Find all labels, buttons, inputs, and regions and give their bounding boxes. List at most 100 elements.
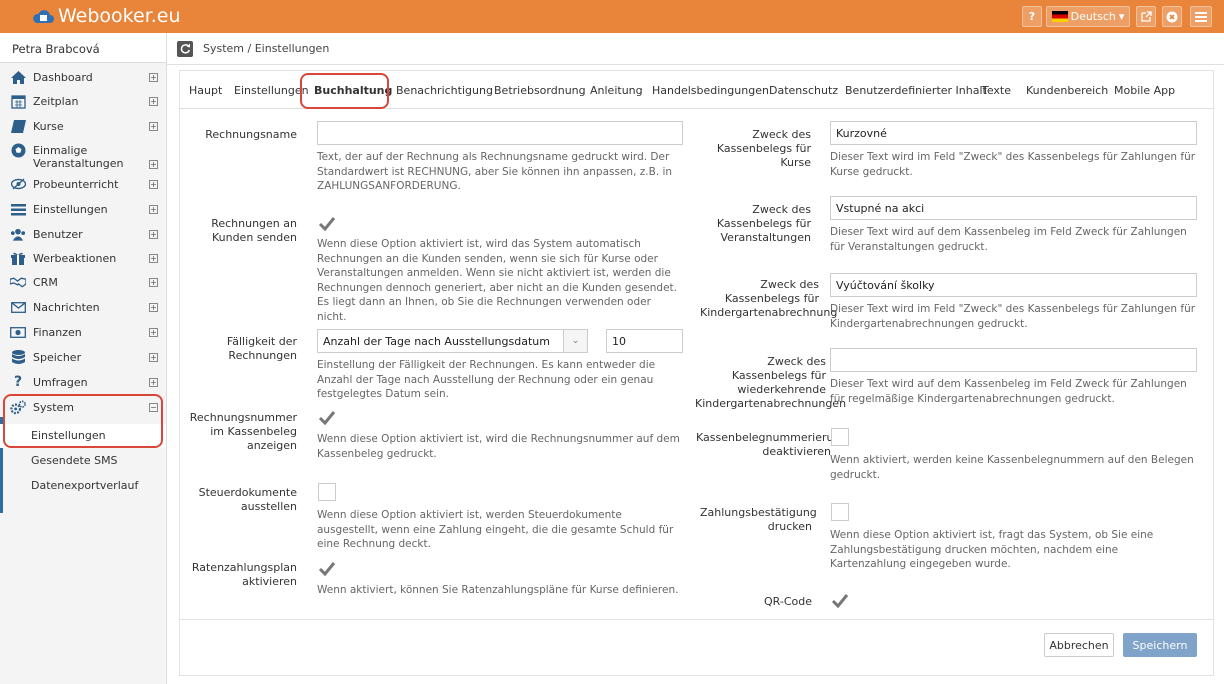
expand-icon[interactable]: + [149,277,158,287]
purpose-events-input[interactable] [830,196,1197,220]
refresh-button[interactable] [177,40,193,57]
disable-numbering-label: Kassenbelegnummerierung deaktivieren [696,431,848,458]
tab-mobile-app[interactable]: Mobile App [1114,84,1175,97]
expand-icon[interactable]: + [149,96,158,106]
expand-icon[interactable]: + [149,204,158,214]
expand-icon[interactable]: + [149,121,158,131]
sidebar-item-label: Probeunterricht [33,177,119,191]
tab-haupt[interactable]: Haupt [189,84,222,97]
due-date-select[interactable]: Anzahl der Tage nach Ausstellungsdatum ⌄ [317,329,588,353]
sidebar-item-finanzen[interactable]: Finanzen + [0,320,166,344]
expand-icon[interactable]: + [149,229,158,239]
tax-documents-checkbox[interactable] [318,483,336,501]
tax-documents-label: Steuerdokumente ausstellen [198,486,297,513]
sidebar-item-zeitplan[interactable]: Zeitplan + [0,89,166,113]
sidebar-item-benutzer[interactable]: Benutzer + [0,222,166,246]
save-button[interactable]: Speichern [1123,633,1197,657]
tab-benutzerdefinierter-inhalt[interactable]: Benutzerdefinierter Inhalt [845,84,987,97]
print-confirmation-checkbox[interactable] [831,503,849,521]
purpose-kindergarten-input[interactable] [830,273,1197,297]
purpose-courses-input[interactable] [830,121,1197,145]
tab-benachrichtigung[interactable]: Benachrichtigung [396,84,493,97]
checkmark-icon [831,594,849,609]
sidebar-subitem-datenexportverlauf[interactable]: Datenexportverlauf [0,474,166,498]
tab-texte[interactable]: Texte [982,84,1011,97]
cancel-button[interactable]: Abbrechen [1044,633,1114,657]
logo[interactable]: Webooker.eu [32,5,181,27]
sidebar-item-nachrichten[interactable]: Nachrichten + [0,295,166,319]
gift-icon [10,250,26,266]
qr-code-checkbox[interactable] [831,592,849,610]
sidebar-item-label: CRM [33,275,58,289]
expand-icon[interactable]: + [149,72,158,82]
installment-plan-checkbox[interactable] [318,560,336,578]
due-days-input[interactable] [606,329,683,353]
invoice-name-help: Text, der auf der Rechnung als Rechnungs… [317,151,673,192]
tab-datenschutz[interactable]: Datenschutz [769,84,838,97]
highlight-active-tab [300,73,389,109]
expand-icon[interactable]: + [149,160,158,169]
envelope-icon [10,299,26,315]
sidebar-item-label: Finanzen [33,325,82,339]
sidebar-item-label: Speicher [33,350,82,364]
tab-handelsbedingungen[interactable]: Handelsbedingungen [652,84,769,97]
show-invoice-number-help: Wenn diese Option aktiviert ist, wird di… [317,433,680,460]
sidebar-item-crm[interactable]: CRM + [0,270,166,294]
sidebar-item-umfragen[interactable]: ? Umfragen + [0,370,166,394]
help-icon: ? [1028,10,1036,23]
sidebar-subitem-gesendete-sms[interactable]: Gesendete SMS [0,449,166,473]
cloud-logo-icon [33,10,54,23]
sidebar-item-kurse[interactable]: Kurse + [0,114,166,138]
expand-icon[interactable]: + [149,302,158,312]
tab-anleitung[interactable]: Anleitung [590,84,643,97]
sidebar-item-werbeaktionen[interactable]: Werbeaktionen + [0,246,166,270]
due-date-help: Einstellung der Fälligkeit der Rechnunge… [317,359,656,400]
expand-icon[interactable]: + [149,377,158,387]
breadcrumb-bar: System / Einstellungen [167,33,1224,65]
sidebar-item-einmalige-veranstaltungen[interactable]: Einmalige Veranstaltungen + [0,138,166,172]
language-selector[interactable]: Deutsch ▾ [1046,6,1130,27]
purpose-events-label: Zweck des Kassenbelegs für Veranstaltung… [716,203,811,244]
invoice-name-input[interactable] [317,121,683,145]
due-date-select-value: Anzahl der Tage nach Ausstellungsdatum [323,335,550,348]
purpose-courses-label: Zweck des Kassenbelegs für Kurse [716,128,811,169]
show-invoice-number-checkbox[interactable] [318,409,336,427]
handshake-icon [10,274,26,290]
tab-betriebsordnung[interactable]: Betriebsordnung [494,84,586,97]
sidebar-item-probeunterricht[interactable]: Probeunterricht + [0,172,166,196]
help-button[interactable]: ? [1022,6,1042,27]
menu-button[interactable] [1190,6,1212,27]
send-invoices-help: Wenn diese Option aktiviert ist, wird da… [317,238,678,323]
print-confirmation-label: Zahlungsbestätigung drucken [700,506,817,533]
tab-einstellungen[interactable]: Einstellungen [234,84,309,97]
german-flag-icon [1051,11,1068,22]
sidebar-item-einstellungen[interactable]: Einstellungen + [0,197,166,221]
sidebar-item-dashboard[interactable]: Dashboard + [0,65,166,89]
eye-slash-icon [10,176,26,192]
sidebar-item-label: Einstellungen [33,202,108,216]
language-label: Deutsch [1070,10,1116,23]
database-icon [10,349,26,365]
external-link-button[interactable] [1136,6,1156,27]
expand-icon[interactable]: + [149,352,158,362]
user-name[interactable]: Petra Brabcová [0,33,166,63]
tab-kundenbereich[interactable]: Kundenbereich [1026,84,1108,97]
sidebar-item-label: Nachrichten [33,300,100,314]
sidebar: Petra Brabcová Dashboard + Zeitplan + Ku… [0,33,167,684]
sidebar-item-label: Dashboard [33,70,93,84]
footer-divider [180,619,1213,620]
close-session-button[interactable] [1162,6,1182,27]
send-invoices-checkbox[interactable] [318,215,336,233]
sidebar-item-label: Einmalige Veranstaltungen [33,144,124,170]
expand-icon[interactable]: + [149,327,158,337]
purpose-kindergarten-label: Zweck des Kassenbelegs für Kindergartena… [700,278,838,319]
installment-plan-label: Ratenzahlungsplan aktivieren [191,561,297,588]
installment-plan-help: Wenn aktiviert, können Sie Ratenzahlungs… [317,584,679,596]
disable-numbering-checkbox[interactable] [831,428,849,446]
sidebar-item-speicher[interactable]: Speicher + [0,345,166,369]
close-circle-icon [1166,11,1178,22]
purpose-recurring-input[interactable] [830,348,1197,372]
expand-icon[interactable]: + [149,179,158,189]
top-bar: Webooker.eu ? Deutsch ▾ [0,0,1224,33]
expand-icon[interactable]: + [149,253,158,263]
